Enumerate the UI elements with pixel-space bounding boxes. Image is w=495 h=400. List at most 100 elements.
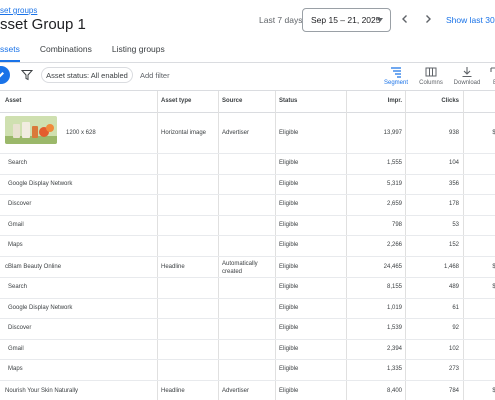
add-filter-button[interactable]: Add filter bbox=[140, 71, 170, 80]
clicks-value: 102 bbox=[448, 345, 459, 352]
clicks-value: 938 bbox=[448, 130, 459, 136]
status-value: Eligible bbox=[279, 221, 299, 228]
filter-icon[interactable] bbox=[21, 69, 33, 81]
column-header-impressions[interactable]: Impr. bbox=[388, 98, 402, 104]
segment-row[interactable]: Google Display NetworkEligible1,01961$ bbox=[0, 299, 495, 320]
status-value: Eligible bbox=[279, 284, 299, 290]
column-header-source[interactable]: Source bbox=[222, 98, 242, 104]
page-title: sset Group 1 bbox=[0, 16, 86, 33]
impressions-value: 1,539 bbox=[386, 325, 402, 332]
asset-name: Nourish Your Skin Naturally bbox=[5, 388, 79, 394]
column-header-asset[interactable]: Asset bbox=[5, 98, 21, 104]
column-header-status[interactable]: Status bbox=[279, 98, 297, 104]
segment-name: Discover bbox=[8, 325, 32, 332]
status-value: Eligible bbox=[279, 366, 299, 373]
asset-type: Horizontal image bbox=[161, 130, 207, 136]
clicks-value: 61 bbox=[452, 304, 459, 311]
asset-image-thumbnail[interactable] bbox=[5, 116, 57, 144]
previous-period-button[interactable] bbox=[398, 12, 412, 26]
status-value: Eligible bbox=[279, 130, 299, 136]
product-image-icon bbox=[5, 116, 57, 144]
show-last-30-days-link[interactable]: Show last 30 d bbox=[446, 15, 495, 25]
asset-type: Headline bbox=[161, 388, 185, 394]
segment-row[interactable]: SearchEligible1,555104$ bbox=[0, 154, 495, 175]
download-button[interactable]: Download bbox=[452, 66, 482, 86]
chevron-right-icon bbox=[426, 15, 431, 23]
segment-button[interactable]: Segment bbox=[381, 66, 411, 86]
segment-row[interactable]: Google Display NetworkEligible5,319356$ bbox=[0, 175, 495, 196]
clicks-value: 784 bbox=[448, 388, 459, 394]
expand-button[interactable]: E bbox=[480, 66, 495, 86]
columns-button[interactable]: Columns bbox=[416, 66, 446, 86]
add-button[interactable] bbox=[0, 66, 10, 84]
segment-name: Gmail bbox=[8, 345, 24, 352]
impressions-value: 24,465 bbox=[383, 264, 402, 270]
columns-icon bbox=[425, 67, 437, 77]
columns-label: Columns bbox=[419, 80, 443, 86]
status-value: Eligible bbox=[279, 304, 299, 311]
clicks-value: 53 bbox=[452, 221, 459, 228]
impressions-value: 1,335 bbox=[386, 366, 402, 373]
impressions-value: 8,400 bbox=[386, 388, 402, 394]
clicks-value: 152 bbox=[448, 242, 459, 249]
status-filter-chip[interactable]: Asset status: All enabled bbox=[41, 67, 133, 83]
tab-listing-groups[interactable]: Listing groups bbox=[112, 44, 165, 62]
impressions-value: 1,555 bbox=[386, 160, 402, 166]
status-value: Eligible bbox=[279, 201, 299, 208]
clicks-value: 92 bbox=[452, 325, 459, 332]
segment-name: Google Display Network bbox=[8, 180, 73, 187]
impressions-value: 2,659 bbox=[386, 201, 402, 208]
asset-source: Advertiser bbox=[222, 388, 250, 394]
clicks-value: 273 bbox=[448, 366, 459, 373]
expand-icon bbox=[490, 67, 495, 77]
next-period-button[interactable] bbox=[421, 12, 435, 26]
impressions-value: 5,319 bbox=[386, 180, 402, 187]
status-value: Eligible bbox=[279, 242, 299, 249]
segment-name: Gmail bbox=[8, 221, 24, 228]
date-range-value: Sep 15 – 21, 2025 bbox=[311, 15, 381, 25]
date-range-label: Last 7 days bbox=[259, 15, 303, 25]
download-label: Download bbox=[453, 80, 481, 86]
clicks-value: 489 bbox=[448, 284, 459, 290]
table-header: Asset Asset type Source Status Impr. Cli… bbox=[0, 91, 495, 113]
impressions-value: 2,394 bbox=[386, 345, 402, 352]
asset-dimensions: 1200 x 628 bbox=[66, 130, 96, 136]
segment-name: Search bbox=[8, 160, 28, 166]
asset-row[interactable]: Nourish Your Skin Naturally Headline Adver… bbox=[0, 381, 495, 400]
dropdown-arrow-icon bbox=[377, 18, 383, 22]
breadcrumb[interactable]: set groups bbox=[0, 6, 37, 15]
segment-row[interactable]: SearchEligible8,155489$1 bbox=[0, 278, 495, 299]
clicks-value: 178 bbox=[448, 201, 459, 208]
column-header-asset-type[interactable]: Asset type bbox=[161, 98, 191, 104]
asset-row[interactable]: cBlam Beauty Online Headline Automatically… bbox=[0, 257, 495, 278]
date-range-picker[interactable]: Sep 15 – 21, 2025 bbox=[302, 8, 391, 32]
impressions-value: 2,266 bbox=[386, 242, 402, 249]
asset-source: Automatically created bbox=[222, 261, 258, 275]
column-header-clicks[interactable]: Clicks bbox=[441, 98, 459, 104]
clicks-value: 1,468 bbox=[443, 264, 459, 270]
status-value: Eligible bbox=[279, 388, 299, 394]
segment-row[interactable]: GmailEligible2,394102$ bbox=[0, 340, 495, 361]
clicks-value: 356 bbox=[448, 180, 459, 187]
asset-source: Advertiser bbox=[222, 130, 250, 136]
impressions-value: 13,997 bbox=[383, 130, 402, 136]
segment-row[interactable]: DiscoverEligible1,53992$ bbox=[0, 319, 495, 340]
segment-name: Discover bbox=[8, 201, 32, 208]
segment-row[interactable]: DiscoverEligible2,659178$ bbox=[0, 195, 495, 216]
segment-name: Google Display Network bbox=[8, 304, 73, 311]
segment-name: Search bbox=[8, 284, 28, 290]
status-value: Eligible bbox=[279, 160, 299, 166]
status-value: Eligible bbox=[279, 180, 299, 187]
impressions-value: 8,155 bbox=[386, 284, 402, 290]
tab-combinations[interactable]: Combinations bbox=[40, 44, 92, 62]
download-icon bbox=[462, 67, 472, 78]
clicks-value: 104 bbox=[448, 160, 459, 166]
segment-row[interactable]: MapsEligible2,266152$ bbox=[0, 236, 495, 257]
chevron-left-icon bbox=[402, 15, 407, 23]
segment-row[interactable]: GmailEligible79853$ bbox=[0, 216, 495, 237]
tab-bar: ssets Combinations Listing groups bbox=[0, 44, 185, 62]
impressions-value: 1,019 bbox=[386, 304, 402, 311]
asset-row[interactable]: 1200 x 628 Horizontal image Advertiser Elig… bbox=[0, 113, 495, 154]
status-value: Eligible bbox=[279, 345, 299, 352]
segment-row[interactable]: MapsEligible1,335273$ bbox=[0, 360, 495, 381]
